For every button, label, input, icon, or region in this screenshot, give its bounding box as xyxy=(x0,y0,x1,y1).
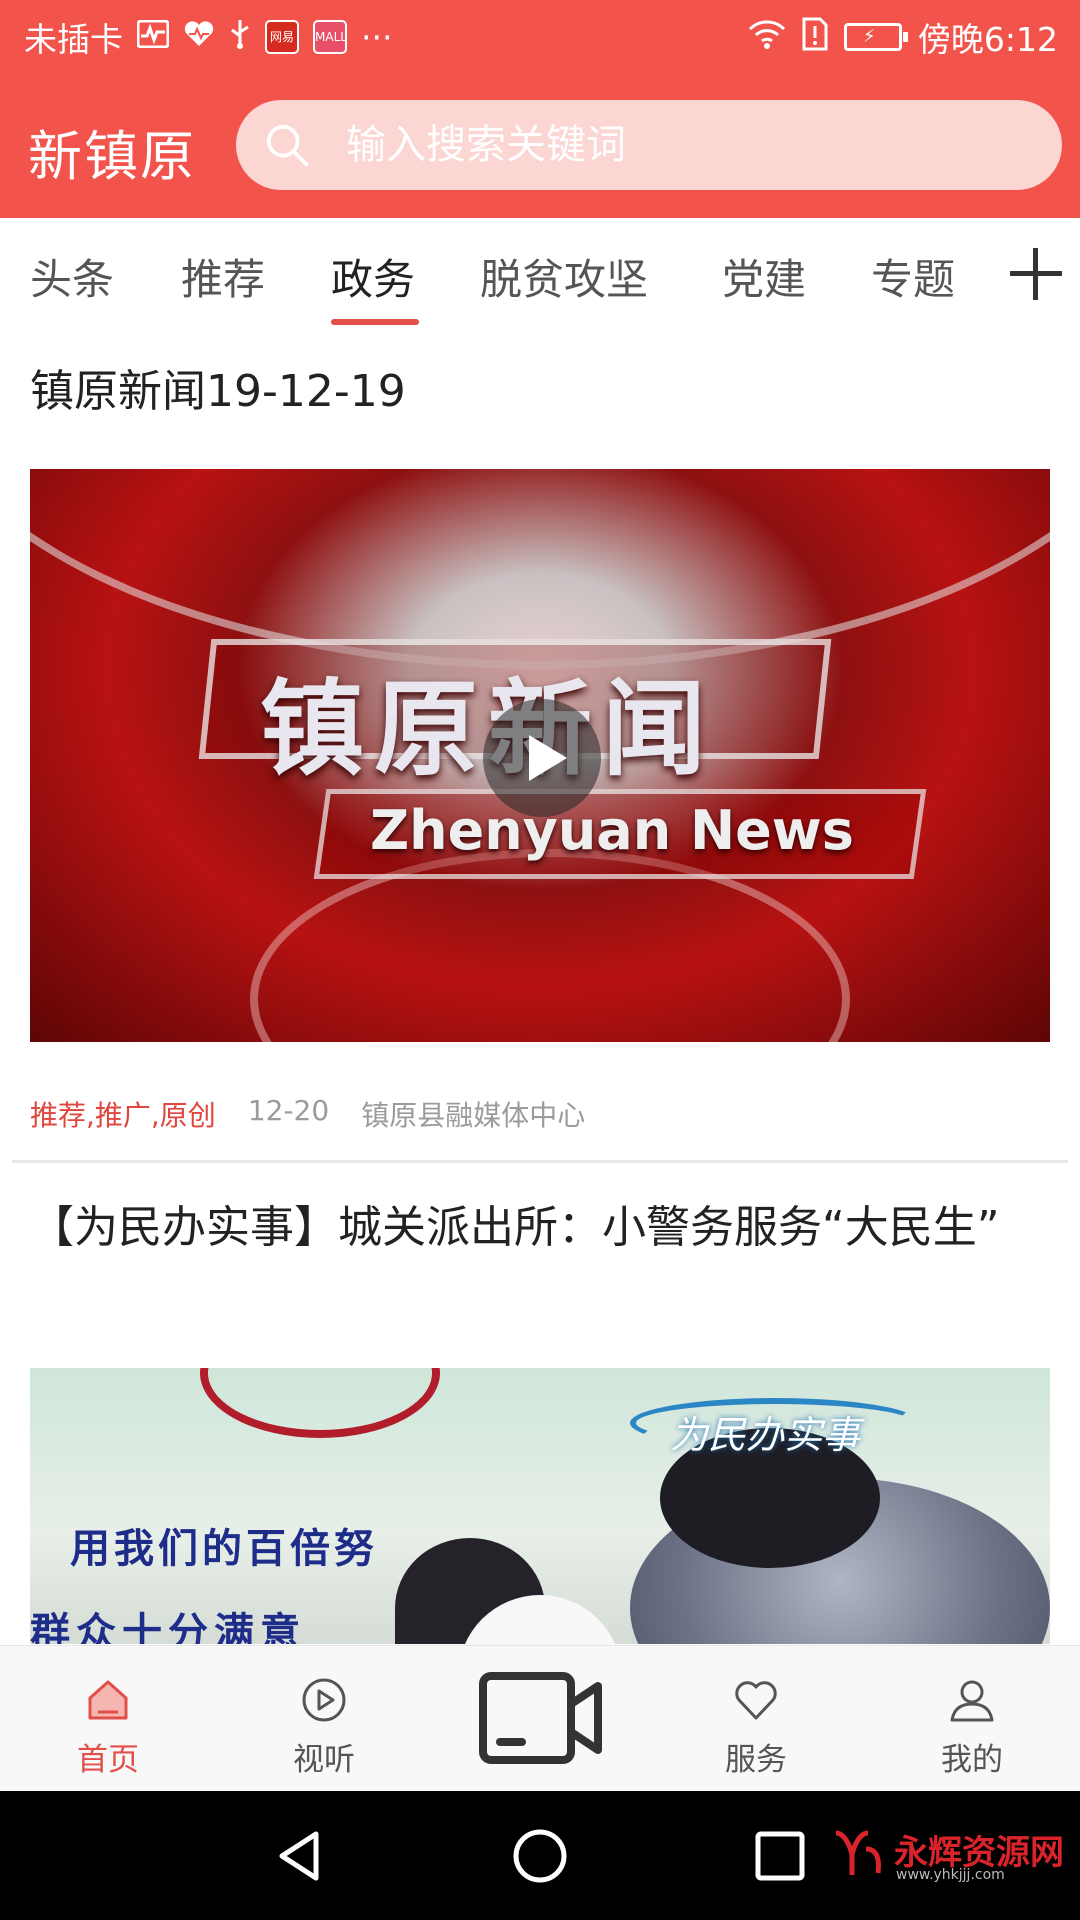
tab-headlines[interactable]: 头条 xyxy=(30,246,114,307)
police-logo-decoration xyxy=(200,1368,440,1438)
article-meta: 推荐,推广,原创 12-20 镇原县融媒体中心 xyxy=(30,1094,585,1134)
nav-home-label: 首页 xyxy=(77,1742,139,1778)
article-title[interactable]: 镇原新闻19-12-19 xyxy=(30,364,1040,420)
tab-poverty-alleviation[interactable]: 脱贫攻坚 xyxy=(480,246,648,307)
article-date: 12-20 xyxy=(247,1094,330,1127)
usb-icon xyxy=(229,18,251,56)
nav-services[interactable]: 服务 xyxy=(686,1646,826,1792)
banner-text: 为民办实事 xyxy=(670,1413,861,1457)
feed-divider xyxy=(12,1160,1068,1163)
tab-special-topics[interactable]: 专题 xyxy=(871,246,955,307)
add-channel-icon[interactable] xyxy=(1008,246,1064,302)
status-bar-right: ⚡ 傍晚6:12 xyxy=(748,14,1058,60)
article-title[interactable]: 【为民办实事】城关派出所：小警务服务“大民生” xyxy=(30,1200,1040,1256)
nav-services-label: 服务 xyxy=(725,1742,787,1778)
more-notifications-icon: ··· xyxy=(361,17,393,57)
watermark-url: www.yhkjjj.com xyxy=(896,1867,1005,1883)
search-input[interactable] xyxy=(346,122,986,168)
tab-recommended[interactable]: 推荐 xyxy=(181,246,265,307)
nav-profile-label: 我的 xyxy=(941,1742,1003,1778)
video-camera-icon[interactable] xyxy=(470,1668,610,1768)
home-circle-icon[interactable] xyxy=(510,1826,570,1886)
clock-text: 傍晚6:12 xyxy=(917,20,1058,59)
app-title: 新镇原 xyxy=(28,125,196,188)
play-circle-icon xyxy=(302,1678,346,1722)
user-icon xyxy=(950,1680,994,1722)
sim-alert-icon xyxy=(802,17,828,57)
play-icon[interactable] xyxy=(483,699,601,817)
activity-icon xyxy=(136,19,170,54)
health-heart-icon xyxy=(183,20,215,54)
wall-slogan: 用我们的百倍努 xyxy=(70,1526,378,1572)
back-icon[interactable] xyxy=(270,1826,330,1886)
system-nav-bar: 永辉资源网 www.yhkjjj.com xyxy=(0,1791,1080,1920)
active-tab-indicator xyxy=(331,319,419,325)
program-subtitle: Zhenyuan News xyxy=(370,799,854,862)
video-thumbnail[interactable]: 镇原新闻 Zhenyuan News xyxy=(30,469,1050,1042)
battery-icon: ⚡ xyxy=(843,23,908,51)
article-tags: 推荐,推广,原创 xyxy=(30,1099,216,1132)
wifi-icon xyxy=(748,19,786,55)
recents-icon[interactable] xyxy=(750,1826,810,1886)
status-bar: 未插卡 网易 MALL ··· ⚡ 傍晚6:12 xyxy=(0,0,1080,75)
nav-home[interactable]: 首页 xyxy=(38,1646,178,1792)
search-bar[interactable] xyxy=(236,100,1062,190)
watermark-logo-icon xyxy=(835,1830,881,1875)
carrier-text: 未插卡 xyxy=(24,20,123,59)
watermark: 永辉资源网 www.yhkjjj.com xyxy=(830,1821,1070,1891)
channel-tabs: 头条 推荐 政务 脱贫攻坚 党建 专题 xyxy=(0,218,1080,328)
nav-media-label: 视听 xyxy=(293,1742,355,1778)
wall-slogan: 群众十分满意 xyxy=(30,1610,306,1644)
app-header: 未插卡 网易 MALL ··· ⚡ 傍晚6:12 新镇原 xyxy=(0,0,1080,218)
tab-party-building[interactable]: 党建 xyxy=(722,246,806,307)
heart-icon xyxy=(735,1681,777,1720)
status-bar-left: 未插卡 网易 MALL ··· xyxy=(24,14,392,60)
search-icon xyxy=(266,124,309,167)
mall-badge-icon: MALL xyxy=(313,20,347,54)
nav-media[interactable]: 视听 xyxy=(254,1646,394,1792)
nav-profile[interactable]: 我的 xyxy=(902,1646,1042,1792)
tab-government[interactable]: 政务 xyxy=(331,246,415,307)
article-source: 镇原县融媒体中心 xyxy=(361,1099,586,1132)
netease-badge-icon: 网易 xyxy=(265,20,299,54)
home-icon xyxy=(88,1680,128,1720)
